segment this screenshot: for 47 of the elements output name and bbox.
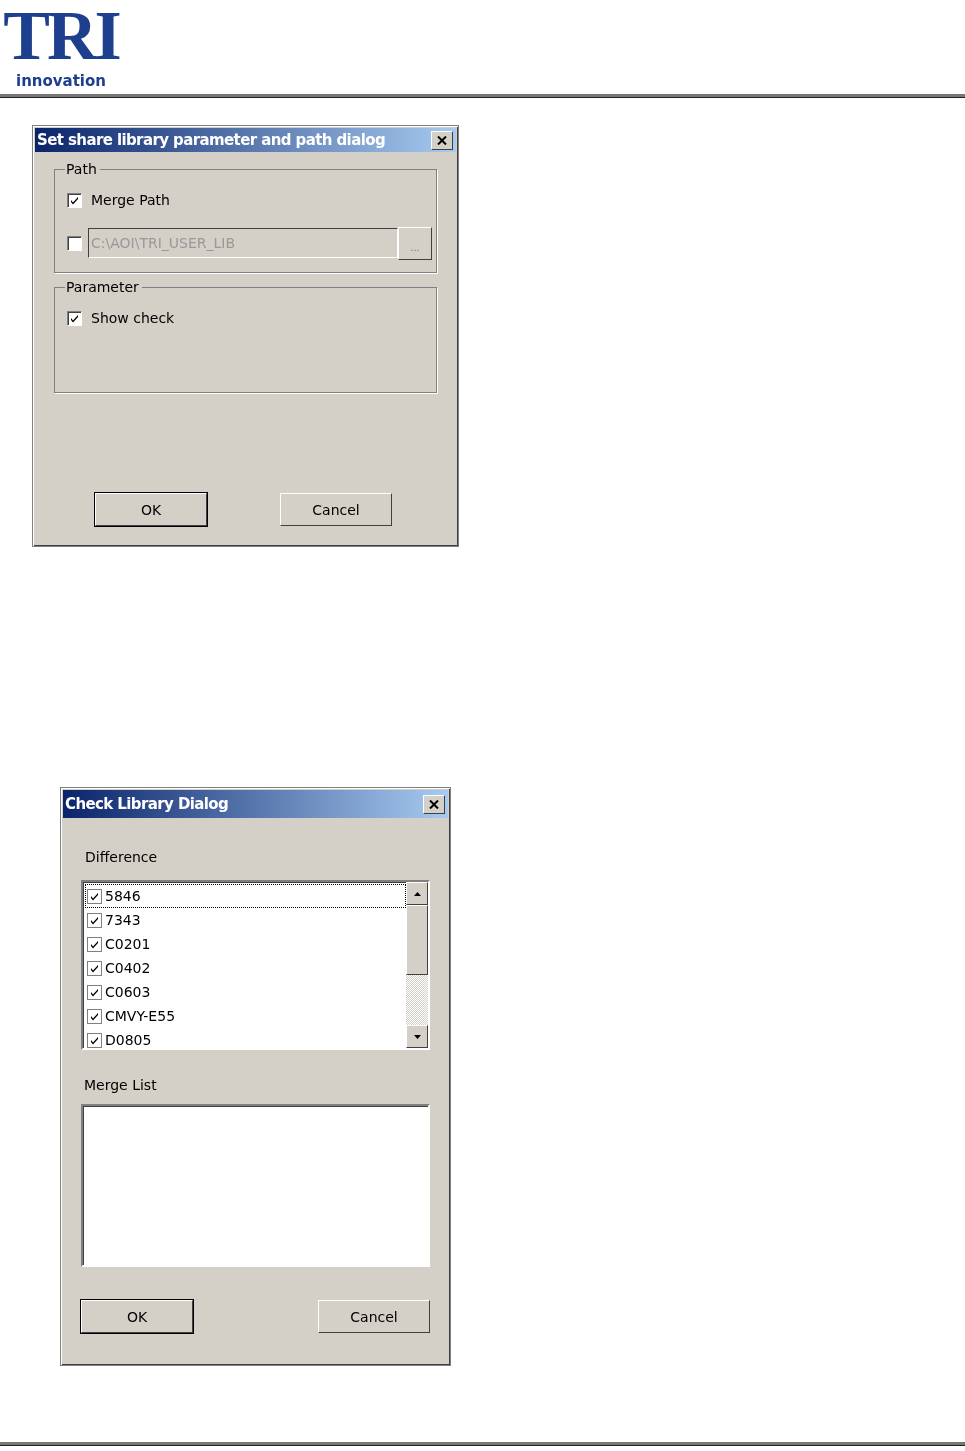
item-label: C0201 xyxy=(105,936,151,952)
down-arrow-icon xyxy=(413,1034,421,1039)
close-button[interactable] xyxy=(431,130,453,150)
window-title: Check Library Dialog xyxy=(65,795,229,813)
close-button[interactable] xyxy=(423,794,445,814)
scroll-up-button[interactable] xyxy=(406,882,428,905)
list-item[interactable]: C0603 xyxy=(85,980,406,1004)
checkbox[interactable] xyxy=(87,960,102,976)
logo-text: TRI xyxy=(3,0,119,72)
checkbox[interactable] xyxy=(87,1032,102,1048)
check-list[interactable]: 5846 7343 C0201 C0402 C0603 CMVY-E55 D0805 xyxy=(81,880,430,1050)
cancel-button[interactable]: Cancel xyxy=(280,493,392,526)
close-icon xyxy=(437,135,447,145)
item-label: 5846 xyxy=(105,888,141,904)
checkbox[interactable] xyxy=(87,984,102,1000)
item-label: CMVY-E55 xyxy=(105,1008,176,1024)
list-item[interactable]: D0805 xyxy=(85,1028,406,1048)
checkbox-label: Show check xyxy=(91,310,175,326)
scroll-down-button[interactable] xyxy=(406,1025,428,1048)
logo-tagline: innovation xyxy=(16,72,106,90)
item-label: D0805 xyxy=(105,1032,152,1048)
list-item[interactable]: 5846 xyxy=(85,884,406,908)
checkbox[interactable] xyxy=(87,888,102,904)
checkbox[interactable] xyxy=(67,192,82,208)
ok-button[interactable]: OK xyxy=(95,493,207,526)
item-label: C0603 xyxy=(105,984,151,1000)
checkbox[interactable] xyxy=(87,936,102,952)
ok-button[interactable]: OK xyxy=(81,1300,193,1333)
item-label: C0402 xyxy=(105,960,151,976)
up-arrow-icon xyxy=(413,891,421,896)
list-label: Merge List xyxy=(83,1076,158,1095)
checkbox[interactable] xyxy=(67,310,82,326)
cancel-button[interactable]: Cancel xyxy=(318,1300,430,1333)
list-item[interactable]: C0402 xyxy=(85,956,406,980)
scrollbar[interactable] xyxy=(406,882,428,1048)
list-item[interactable]: 7343 xyxy=(85,908,406,932)
scroll-thumb[interactable] xyxy=(406,905,428,975)
checkbox[interactable] xyxy=(87,1008,102,1024)
window-title: Set share library parameter and path dialog xyxy=(37,131,386,149)
merge-list[interactable] xyxy=(81,1104,430,1267)
list-item[interactable]: CMVY-E55 xyxy=(85,1004,406,1028)
list-item[interactable]: C0201 xyxy=(85,932,406,956)
close-icon xyxy=(429,799,439,809)
item-label: 7343 xyxy=(105,912,141,928)
list-label: Difference xyxy=(84,848,159,867)
checkbox-label: Merge Path xyxy=(91,192,170,208)
checkbox[interactable] xyxy=(87,912,102,928)
